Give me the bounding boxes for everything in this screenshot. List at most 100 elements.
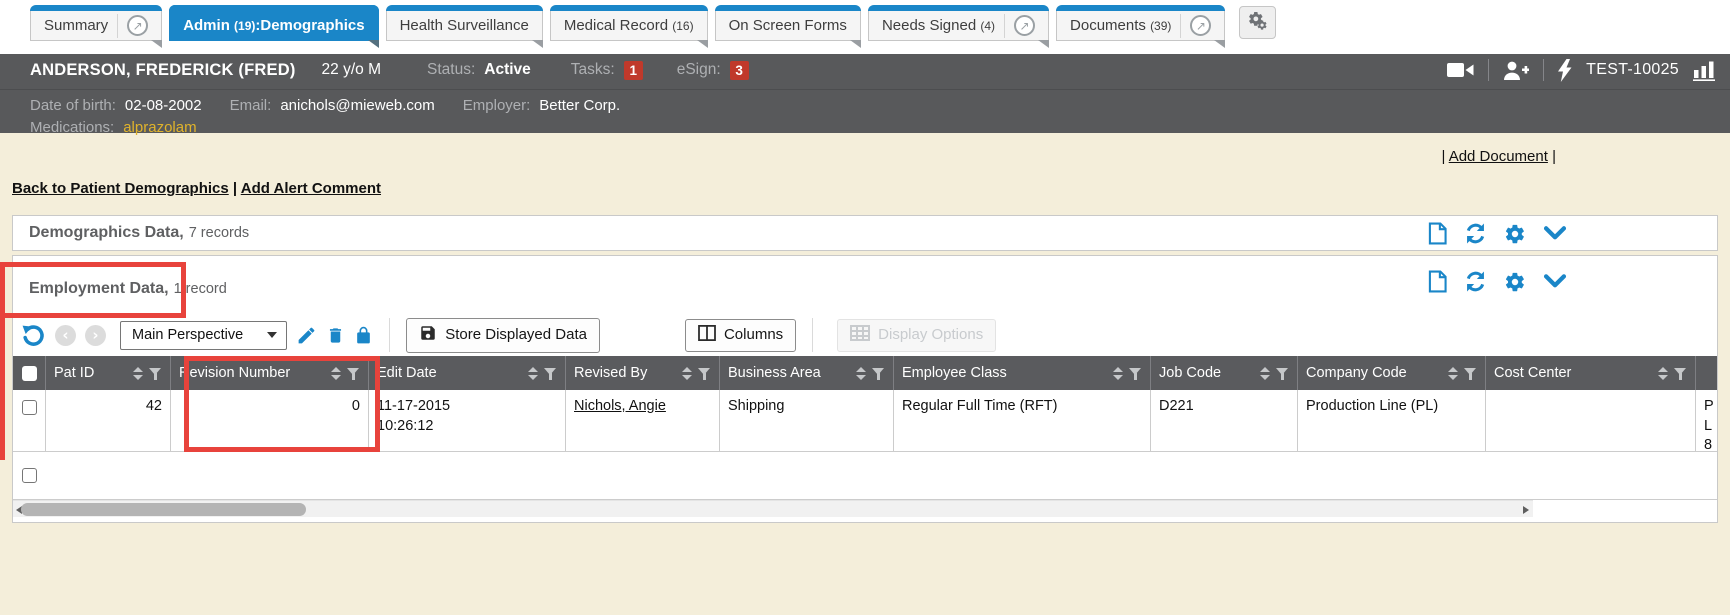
email-label: Email:: [230, 97, 272, 114]
lightning-icon[interactable]: [1558, 59, 1572, 82]
lock-icon[interactable]: [354, 325, 373, 346]
sort-icon[interactable]: [1260, 367, 1270, 380]
sort-icon[interactable]: [1658, 367, 1668, 380]
scroll-right-arrow[interactable]: [1523, 506, 1529, 514]
popout-arrow-icon[interactable]: ↗: [1014, 15, 1035, 36]
filter-icon[interactable]: [544, 367, 557, 380]
column-header-job-code[interactable]: Job Code: [1151, 356, 1298, 390]
tab-admin-demographics[interactable]: Admin (19):Demographics: [169, 5, 378, 41]
new-document-icon[interactable]: [1428, 270, 1447, 293]
store-displayed-data-button[interactable]: Store Displayed Data: [406, 318, 600, 353]
column-header-revision-number[interactable]: Revision Number: [171, 356, 369, 390]
edit-pencil-icon[interactable]: [296, 325, 317, 346]
tab-medical-record[interactable]: Medical Record (16): [550, 5, 708, 41]
cell-employee-class: Regular Full Time (RFT): [894, 390, 1151, 451]
sort-icon[interactable]: [331, 367, 341, 380]
status-value: Active: [484, 61, 531, 79]
filter-icon[interactable]: [698, 367, 711, 380]
undo-icon[interactable]: [21, 323, 46, 348]
tab-needs-signed[interactable]: Needs Signed (4) ↗: [868, 5, 1049, 41]
tab-label: On Screen Forms: [729, 17, 847, 34]
sort-icon[interactable]: [1448, 367, 1458, 380]
row-select-cell: [13, 390, 46, 451]
add-alert-comment-link[interactable]: Add Alert Comment: [241, 180, 381, 197]
filter-icon[interactable]: [1276, 367, 1289, 380]
sort-icon[interactable]: [1113, 367, 1123, 380]
filter-icon[interactable]: [1674, 367, 1687, 380]
chevron-down-icon: [267, 332, 277, 338]
top-tab-bar: Summary ↗ Admin (19):Demographics Health…: [0, 0, 1730, 54]
column-header-employee-class[interactable]: Employee Class: [894, 356, 1151, 390]
tab-settings-button[interactable]: [1239, 6, 1276, 39]
filter-icon[interactable]: [1464, 367, 1477, 380]
tab-label: Summary: [44, 17, 108, 34]
refresh-icon[interactable]: [1464, 222, 1487, 245]
grid-icon: [850, 325, 870, 345]
cell-business-area: Shipping: [720, 390, 894, 451]
trash-icon[interactable]: [326, 325, 345, 346]
tab-documents[interactable]: Documents (39) ↗: [1056, 5, 1225, 41]
breadcrumb-links: Back to Patient Demographics | Add Alert…: [12, 180, 381, 197]
add-document-link[interactable]: Add Document: [1449, 148, 1548, 165]
revised-by-link[interactable]: Nichols, Angie: [574, 398, 666, 414]
filter-icon[interactable]: [872, 367, 885, 380]
row-checkbox[interactable]: [22, 400, 37, 415]
patient-header: ANDERSON, FREDERICK (FRED) 22 y/o M Stat…: [0, 54, 1730, 133]
tab-divider: [117, 14, 118, 38]
employer-label: Employer:: [463, 97, 531, 114]
tab-summary[interactable]: Summary ↗: [30, 5, 162, 41]
medications-value[interactable]: alprazolam: [123, 119, 196, 136]
popout-arrow-icon[interactable]: ↗: [127, 15, 148, 36]
display-options-label: Display Options: [878, 326, 983, 343]
column-header-cost-center[interactable]: Cost Center: [1486, 356, 1696, 390]
refresh-icon[interactable]: [1464, 270, 1487, 293]
tab-label: Health Surveillance: [400, 17, 529, 34]
cell-job-code: D221: [1151, 390, 1298, 451]
tab-label: Medical Record (16): [564, 17, 694, 34]
tab-on-screen-forms[interactable]: On Screen Forms: [715, 5, 861, 41]
column-header-edit-date[interactable]: Edit Date: [369, 356, 566, 390]
new-row-checkbox[interactable]: [22, 468, 37, 483]
prev-perspective-icon[interactable]: ‹: [55, 325, 76, 346]
column-header-revised-by[interactable]: Revised By: [566, 356, 720, 390]
tasks-badge[interactable]: 1: [624, 61, 643, 80]
next-perspective-icon[interactable]: ›: [85, 325, 106, 346]
tab-label: Admin (19):Demographics: [183, 17, 364, 34]
columns-button[interactable]: Columns: [685, 319, 796, 352]
column-header-pat-id[interactable]: Pat ID: [46, 356, 171, 390]
scrollbar-track[interactable]: [13, 500, 1533, 517]
add-person-icon[interactable]: [1503, 61, 1529, 80]
flowsheet-chart-icon[interactable]: [1693, 60, 1716, 81]
tab-divider: [1004, 14, 1005, 38]
sort-icon[interactable]: [528, 367, 538, 380]
collapse-chevron-icon[interactable]: [1543, 274, 1567, 289]
select-all-checkbox[interactable]: [22, 366, 37, 381]
filter-icon[interactable]: [149, 367, 162, 380]
back-to-demographics-link[interactable]: Back to Patient Demographics: [12, 180, 229, 197]
sort-icon[interactable]: [133, 367, 143, 380]
table-row: 42 0 11-17-201510:26:12 Nichols, Angie S…: [13, 390, 1717, 452]
patient-age-sex: 22 y/o M: [322, 61, 381, 79]
column-header-business-area[interactable]: Business Area: [720, 356, 894, 390]
email-value: anichols@mieweb.com: [280, 97, 434, 114]
column-header-company-code[interactable]: Company Code: [1298, 356, 1486, 390]
scrollbar-thumb[interactable]: [21, 503, 306, 516]
sort-icon[interactable]: [856, 367, 866, 380]
filter-icon[interactable]: [347, 367, 360, 380]
gear-icon[interactable]: [1504, 223, 1526, 245]
cell-edit-date: 11-17-201510:26:12: [369, 390, 566, 451]
perspective-select[interactable]: Main Perspective: [120, 321, 287, 350]
tab-health-surveillance[interactable]: Health Surveillance: [386, 5, 543, 41]
video-camera-icon[interactable]: [1447, 61, 1474, 79]
divider: [1543, 59, 1544, 81]
collapse-chevron-icon[interactable]: [1543, 226, 1567, 241]
popout-arrow-icon[interactable]: ↗: [1190, 15, 1211, 36]
sort-icon[interactable]: [682, 367, 692, 380]
new-document-icon[interactable]: [1428, 222, 1447, 245]
esign-badge[interactable]: 3: [730, 61, 749, 80]
cell-revised-by: Nichols, Angie: [566, 390, 720, 451]
gear-icon[interactable]: [1504, 271, 1526, 293]
perspective-value: Main Perspective: [132, 327, 243, 343]
employment-data-panel: Employment Data,1 record ‹ › Main Perspe…: [12, 255, 1718, 523]
filter-icon[interactable]: [1129, 367, 1142, 380]
